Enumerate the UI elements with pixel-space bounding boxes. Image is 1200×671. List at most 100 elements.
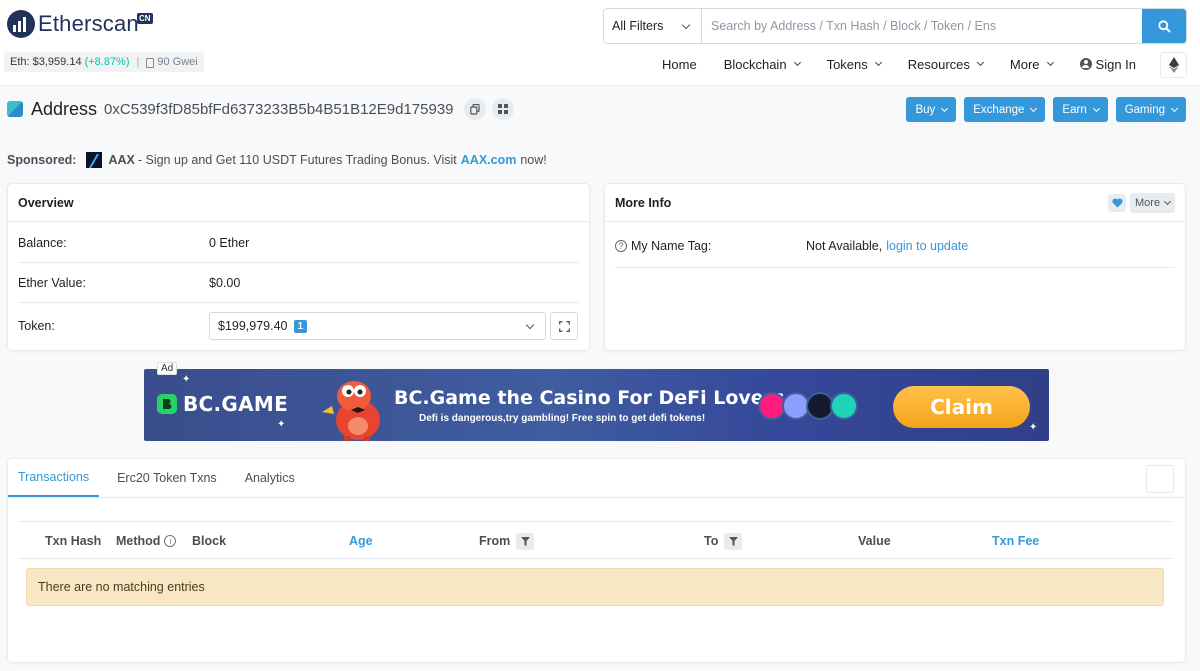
question-icon[interactable]: ? <box>615 239 627 252</box>
col-method-label: Method <box>116 534 161 548</box>
transactions-table-header: Txn Hash Method i Block Age From To Valu… <box>18 521 1173 559</box>
earn-label: Earn <box>1062 103 1087 116</box>
buy-label: Buy <box>915 103 936 116</box>
token-row: Token: $199,979.40 1 <box>18 306 579 346</box>
ad-brand: BC.GAME <box>183 392 289 416</box>
nav-resources-label: Resources <box>907 56 970 72</box>
copy-button[interactable] <box>463 98 486 120</box>
more-label: More <box>1135 197 1161 209</box>
heart-icon <box>1111 198 1123 208</box>
search-icon <box>1157 19 1171 33</box>
nav-home[interactable]: Home <box>662 57 697 72</box>
overview-title: Overview <box>8 184 589 222</box>
ad-tag: Ad <box>157 362 178 375</box>
search-button[interactable] <box>1142 9 1186 43</box>
ether-value-row: Ether Value: $0.00 <box>18 263 579 303</box>
chevron-down-icon <box>1046 58 1054 67</box>
search-input[interactable] <box>702 9 1142 43</box>
tab-transactions[interactable]: Transactions <box>8 458 100 497</box>
to-filter-button[interactable] <box>724 532 743 550</box>
gas-pump-icon <box>146 58 155 68</box>
chevron-down-icon <box>1170 104 1179 112</box>
eth-change: (+8.87%) <box>84 56 130 68</box>
tab-erc20-token-txns[interactable]: Erc20 Token Txns <box>107 458 227 497</box>
chevron-down-icon <box>1164 197 1172 206</box>
stats-separator: | <box>136 56 140 68</box>
token-expand-button[interactable] <box>550 312 578 340</box>
nav-resources[interactable]: Resources <box>907 56 984 72</box>
balance-value: 0 Ether <box>209 235 250 250</box>
col-method: Method i <box>116 522 177 560</box>
nav-tokens[interactable]: Tokens <box>826 56 882 72</box>
bc-game-icon <box>157 394 177 414</box>
gaming-label: Gaming <box>1124 103 1165 116</box>
aax-logo-icon <box>86 152 103 168</box>
site-header: Etherscan CN Eth: $3,959.14 (+8.87%) | 9… <box>0 0 1200 86</box>
more-info-card: More Info More ? My Name Tag: Not Availa… <box>604 183 1186 351</box>
watchlist-button[interactable] <box>1108 194 1126 212</box>
from-filter-button[interactable] <box>516 532 535 550</box>
col-value: Value <box>858 534 891 548</box>
eth-stats: Eth: $3,959.14 (+8.87%) | 90 Gwei <box>4 52 204 72</box>
chevron-down-icon <box>525 320 535 330</box>
chevron-down-icon <box>1092 104 1100 112</box>
ad-banner[interactable]: ✦ ✦ ✦ BC.GAME BC.Game the Casino For DeF… <box>144 369 1049 441</box>
qr-code-button[interactable] <box>491 98 514 120</box>
buy-button[interactable]: Buy <box>906 97 957 122</box>
main-nav: Home Blockchain Tokens Resources More Si… <box>662 52 1136 76</box>
nav-tokens-label: Tokens <box>826 56 868 72</box>
logo-text: Etherscan <box>38 11 139 36</box>
sponsored-label: Sponsored: <box>7 153 77 167</box>
col-age[interactable]: Age <box>349 522 373 560</box>
ether-value-label: Ether Value: <box>18 275 86 290</box>
info-icon[interactable]: i <box>164 535 177 547</box>
logo-icon <box>7 10 35 38</box>
network-switch-button[interactable] <box>1160 52 1187 78</box>
etherscan-logo[interactable]: Etherscan CN <box>7 10 153 38</box>
nav-signin[interactable]: Sign In <box>1079 56 1137 72</box>
tab-analytics[interactable]: Analytics <box>235 458 305 497</box>
search-filter-select[interactable]: All Filters <box>604 9 702 43</box>
sponsored-text: - Sign up and Get 110 USDT Futures Tradi… <box>137 153 457 167</box>
ad-claim-button[interactable]: Claim <box>893 386 1030 428</box>
sponsored-tail: now! <box>520 153 547 167</box>
earn-button[interactable]: Earn <box>1053 97 1108 122</box>
balance-label: Balance: <box>18 235 67 250</box>
nav-blockchain[interactable]: Blockchain <box>723 56 801 72</box>
expand-icon <box>558 320 570 332</box>
more-info-more-button[interactable]: More <box>1130 193 1175 213</box>
filter-icon <box>520 536 530 546</box>
nav-blockchain-label: Blockchain <box>723 56 787 72</box>
empty-state-message: There are no matching entries <box>26 568 1164 606</box>
exchange-label: Exchange <box>973 103 1025 116</box>
cn-badge: CN <box>137 13 153 24</box>
chevron-down-icon <box>793 58 801 67</box>
gas-price[interactable]: 90 Gwei <box>157 56 197 68</box>
overview-card: Overview Balance: 0 Ether Ether Value: $… <box>7 183 590 351</box>
sponsored-name[interactable]: AAX <box>108 153 134 167</box>
sparkle-icon: ✦ <box>1029 422 1038 433</box>
col-from: From <box>479 522 535 560</box>
address-avatar <box>7 101 23 117</box>
name-tag-label-wrap: ? My Name Tag: <box>615 239 806 253</box>
qr-code-icon <box>497 104 508 114</box>
token-holdings-dropdown[interactable]: $199,979.40 1 <box>209 312 546 340</box>
tab-options-button[interactable] <box>1146 465 1174 493</box>
nav-more[interactable]: More <box>1010 57 1054 72</box>
col-to-label: To <box>704 534 719 548</box>
page-title: Address <box>31 98 98 119</box>
exchange-button[interactable]: Exchange <box>964 97 1046 122</box>
col-from-label: From <box>479 534 511 548</box>
transactions-card: Transactions Erc20 Token Txns Analytics … <box>7 458 1186 663</box>
sponsored-link[interactable]: AAX.com <box>461 153 517 167</box>
token-count-badge: 1 <box>293 319 308 333</box>
col-txn-fee[interactable]: Txn Fee <box>992 522 1039 560</box>
name-tag-value: Not Available, <box>806 238 883 253</box>
name-tag-label: My Name Tag: <box>631 238 712 253</box>
chevron-down-icon <box>941 104 949 112</box>
token-label: Token: <box>18 319 55 333</box>
nav-signin-label: Sign In <box>1095 56 1137 72</box>
ether-value: $0.00 <box>209 275 241 290</box>
login-to-update-link[interactable]: login to update <box>886 239 968 253</box>
gaming-button[interactable]: Gaming <box>1115 97 1186 122</box>
